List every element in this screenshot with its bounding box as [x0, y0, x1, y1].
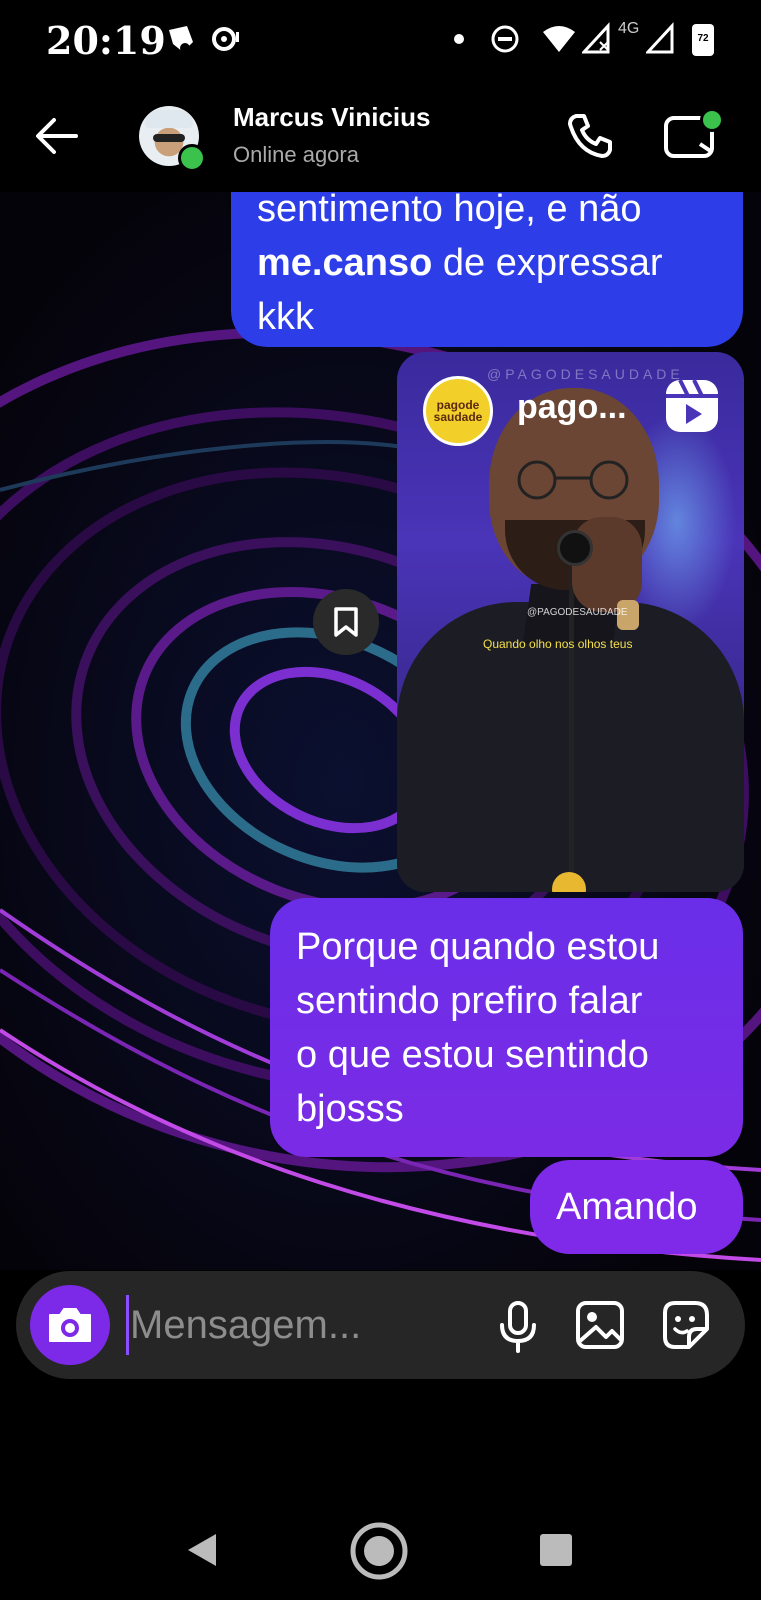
reel-mic-stand: [569, 542, 574, 892]
dnd-icon: [491, 25, 519, 53]
reel-account-name: pago...: [517, 388, 627, 426]
back-triangle-icon[interactable]: [180, 1528, 224, 1572]
message-input[interactable]: [130, 1297, 460, 1353]
reel-watermark: @PAGODESAUDADE: [487, 366, 684, 382]
camera-icon: [49, 1308, 91, 1342]
reel-caption: Quando olho nos olhos teus: [483, 637, 633, 651]
avatar-glasses: [153, 134, 185, 142]
reel-microphone: [557, 530, 593, 566]
spotify-icon: [169, 26, 193, 53]
shared-reel-card[interactable]: @PAGODESAUDADE pagode saudade pago... @P…: [397, 352, 744, 892]
message-line: o que estou sentindo: [296, 1034, 649, 1076]
message-line: kkk: [257, 296, 314, 338]
message-line: me.canso de expressar: [257, 242, 663, 284]
message-bubble-sent[interactable]: Amando: [530, 1160, 743, 1254]
online-indicator: [178, 144, 206, 172]
message-line: Porque quando estou: [296, 926, 660, 968]
contact-name[interactable]: Marcus Vinicius: [233, 102, 431, 133]
signal-icon: [646, 22, 674, 54]
phone-icon[interactable]: [562, 108, 618, 164]
message-line: Amando: [556, 1186, 698, 1228]
status-bar: 20:19 4G 72: [0, 0, 761, 78]
back-arrow-icon[interactable]: [30, 108, 86, 164]
dot-icon: [454, 34, 464, 44]
message-line: sentindo prefiro falar: [296, 980, 643, 1022]
text-cursor: [126, 1295, 129, 1355]
contact-status: Online agora: [233, 142, 359, 167]
reel-glasses: [517, 460, 629, 500]
reel-account-logo: pagode saudade: [423, 376, 493, 446]
camera-button[interactable]: [30, 1285, 110, 1365]
message-bubble-sent[interactable]: Porque quando estou sentindo prefiro fal…: [270, 898, 743, 1157]
message-bold-word: me.canso: [257, 242, 433, 284]
battery-icon: 72: [692, 24, 714, 56]
microphone-icon[interactable]: [486, 1293, 550, 1357]
sticker-icon[interactable]: [653, 1293, 717, 1357]
logo-text: pagode saudade: [433, 398, 483, 424]
signal-icon: [582, 22, 610, 54]
battery-level: 72: [697, 33, 709, 44]
recents-square-icon[interactable]: [536, 1530, 576, 1570]
chat-header: Marcus Vinicius Online agora: [0, 78, 761, 192]
reel-watermark-small: @PAGODESAUDADE: [527, 607, 628, 618]
avatar-cap: [145, 110, 193, 128]
network-type: 4G: [618, 20, 640, 37]
bookmark-icon: [334, 607, 358, 637]
status-time: 20:19: [46, 18, 166, 63]
system-nav-bar: [0, 1500, 761, 1600]
reels-icon: [666, 379, 718, 432]
message-composer: [16, 1271, 745, 1379]
cast-icon: [212, 27, 239, 51]
save-reel-button[interactable]: [313, 589, 379, 655]
video-active-dot: [700, 108, 724, 132]
wifi-icon: [543, 26, 575, 52]
home-circle-icon[interactable]: [348, 1520, 410, 1582]
gallery-icon[interactable]: [568, 1293, 632, 1357]
message-line: bjosss: [296, 1088, 404, 1130]
